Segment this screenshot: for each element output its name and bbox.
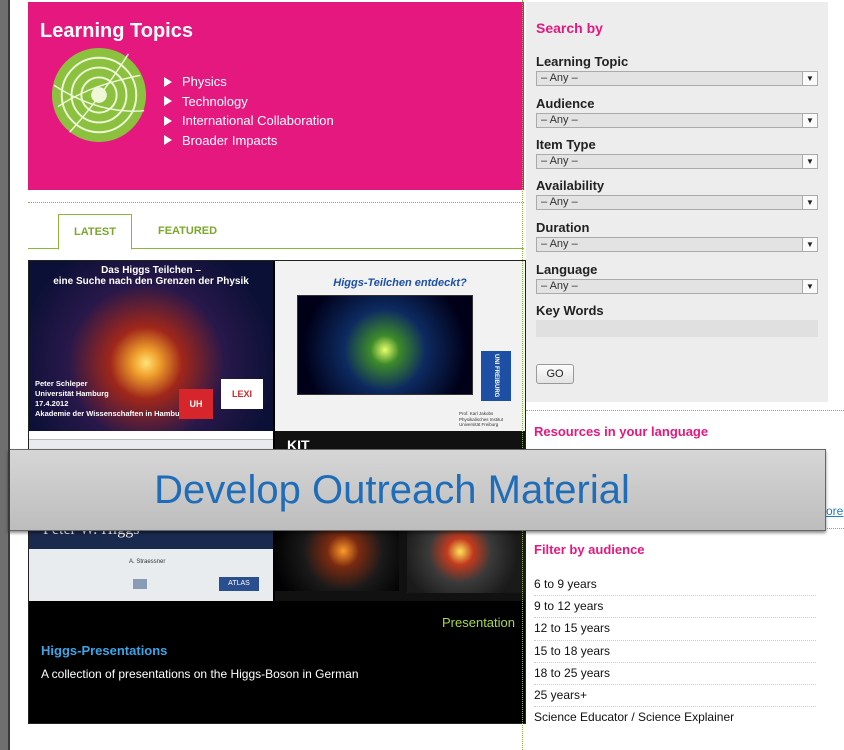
search-title: Search by [536,20,603,36]
thumbnail-title: Das Higgs Teilchen – eine Suche nach den… [53,265,249,287]
language-select[interactable]: – Any – ▼ [536,279,818,294]
more-link[interactable]: ore [826,504,843,518]
learning-topic-select[interactable]: – Any – ▼ [536,71,818,86]
tab-latest[interactable]: LATEST [58,214,132,250]
select-value: – Any – [541,196,578,208]
uni-freiburg-logo: UNI FREIBURG [481,351,511,401]
resource-description: A collection of presentations on the Hig… [41,667,359,681]
banner-title: Develop Outreach Material [154,468,630,512]
key-words-input[interactable] [536,320,818,337]
duration-label: Duration [536,220,590,235]
thumbnail-higgs-entdeckt: Higgs-Teilchen entdeckt? UNI FREIBURG Pr… [275,261,525,431]
language-label: Language [536,262,598,277]
select-value: – Any – [541,280,578,292]
triangle-right-icon [164,96,172,107]
triangle-right-icon [164,115,172,126]
audience-filter-item[interactable]: 12 to 15 years [534,618,816,641]
slide-header-bar [29,431,273,440]
content-tabs: LATEST FEATURED [28,214,524,250]
go-button[interactable]: GO [536,364,574,384]
learning-topics-list: Physics Technology International Collabo… [164,72,334,150]
tab-featured[interactable]: FEATURED [158,214,217,248]
audience-filter-item[interactable]: 15 to 18 years [534,641,816,663]
window-edge [8,0,10,750]
page: Learning Topics Physics Technology Inter… [8,0,844,750]
learning-topic-label: Learning Topic [536,54,629,69]
key-words-label: Key Words [536,303,604,318]
item-type-label: Item Type [536,137,596,152]
audience-filter-item[interactable]: 6 to 9 years [534,574,816,597]
select-value: – Any – [541,114,578,126]
audience-filter-item[interactable]: Science Educator / Science Explainer [534,707,816,728]
select-value: – Any – [541,238,578,250]
main-column: Learning Topics Physics Technology Inter… [20,0,526,750]
overlay-banner: Develop Outreach Material [8,449,826,531]
topic-link-international-collaboration[interactable]: International Collaboration [164,111,334,131]
learning-topics-panel: Learning Topics Physics Technology Inter… [28,2,524,190]
audience-filter-item[interactable]: 9 to 12 years [534,596,816,619]
topic-label: International Collaboration [182,113,334,128]
uh-logo: UH [179,389,213,419]
atlas-logo: ATLAS [219,577,259,591]
triangle-right-icon [164,135,172,146]
chevron-down-icon: ▼ [802,155,817,168]
thumbnail-author: A. Straessner [129,559,166,565]
chevron-down-icon: ▼ [802,280,817,293]
thumbnail-title: Higgs-Teilchen entdeckt? [333,277,467,289]
collision-logo-icon [51,47,147,143]
thumbnail-author: Peter Schleper Universität Hamburg 17.4.… [35,379,188,418]
topic-label: Technology [182,93,248,109]
availability-label: Availability [536,178,605,193]
search-panel: Search by Learning Topic – Any – ▼ Audien… [526,2,828,402]
audience-filter-list: 6 to 9 years 9 to 12 years 12 to 15 year… [534,574,816,728]
sidebar: Search by Learning Topic – Any – ▼ Audien… [524,0,844,750]
triangle-right-icon [164,76,172,87]
thumbnail-higgs-teilchen: Das Higgs Teilchen – eine Suche nach den… [29,261,273,431]
duration-select[interactable]: – Any – ▼ [536,237,818,252]
chevron-down-icon: ▼ [802,238,817,251]
thumbnail-credit: Prof. Karl Jakobs Physikalisches Institu… [459,411,504,427]
audience-select[interactable]: – Any – ▼ [536,113,818,128]
topic-link-technology[interactable]: Technology [164,92,334,112]
item-type-select[interactable]: – Any – ▼ [536,154,818,169]
chevron-down-icon: ▼ [802,114,817,127]
topic-label: Physics [182,74,227,89]
resources-language-title: Resources in your language [534,424,709,439]
lexi-logo: LEXI [221,379,263,409]
event-display-image [297,295,473,395]
divider [28,202,524,203]
chevron-down-icon: ▼ [802,72,817,85]
availability-select[interactable]: – Any – ▼ [536,195,818,210]
resource-type-label: Presentation [442,615,515,630]
audience-filter-item[interactable]: 18 to 25 years [534,663,816,685]
divider [526,410,844,411]
resource-title-link[interactable]: Higgs-Presentations [41,643,167,658]
topic-link-physics[interactable]: Physics [164,72,334,92]
topic-link-broader-impacts[interactable]: Broader Impacts [164,131,334,151]
resource-thumbnails: Das Higgs Teilchen – eine Suche nach den… [29,261,525,601]
audience-label: Audience [536,96,595,111]
topic-label: Broader Impacts [182,132,278,148]
audience-filter-item[interactable]: 25 years+ [534,685,816,708]
learning-topics-title: Learning Topics [40,20,193,42]
select-value: – Any – [541,72,578,84]
chevron-down-icon: ▼ [802,196,817,209]
university-logo [133,579,147,589]
select-value: – Any – [541,155,578,167]
filter-audience-title: Filter by audience [534,542,645,557]
